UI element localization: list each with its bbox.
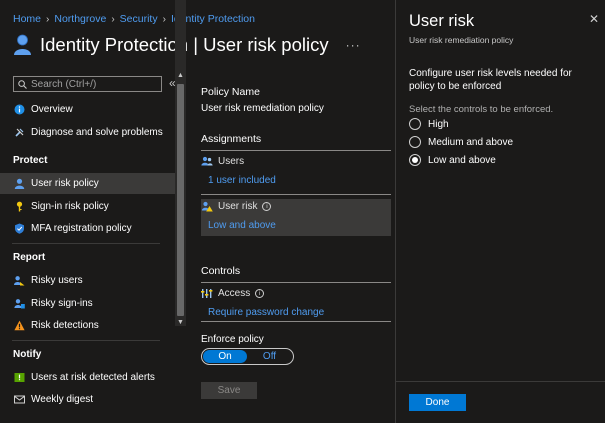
policy-name-value: User risk remediation policy — [201, 103, 324, 114]
blade-description: Configure user risk levels needed for po… — [409, 68, 572, 92]
nav-divider — [12, 243, 160, 244]
section-divider — [201, 282, 391, 283]
wrench-icon — [14, 127, 25, 138]
sidebar-item-users-at-risk-alerts[interactable]: Users at risk detected alerts — [0, 367, 175, 388]
nav-section-notify: Notify — [13, 349, 42, 360]
user-icon — [14, 178, 25, 189]
sidebar-item-label: Diagnose and solve problems — [31, 127, 163, 138]
radio-label: Medium and above — [428, 136, 514, 148]
blade-title: User risk — [409, 12, 475, 30]
scroll-down-icon[interactable]: ▼ — [177, 319, 184, 326]
section-divider — [201, 150, 391, 151]
blade-subtitle: User risk remediation policy — [409, 35, 514, 45]
sidebar-item-diagnose[interactable]: Diagnose and solve problems — [0, 122, 175, 143]
sidebar-item-label: Weekly digest — [31, 394, 94, 405]
close-icon[interactable]: ✕ — [589, 12, 599, 26]
sidebar-item-risky-sign-ins[interactable]: Risky sign-ins — [0, 293, 175, 314]
signin-icon — [14, 298, 25, 309]
access-value-link[interactable]: Require password change — [208, 307, 324, 318]
chevron-right-icon: › — [111, 13, 115, 25]
sidebar-item-label: Sign-in risk policy — [31, 201, 109, 212]
user-risk-icon — [201, 201, 213, 212]
page-header: Identity Protection | User risk policy ·… — [13, 32, 361, 58]
sidebar-item-label: Users at risk detected alerts — [31, 372, 155, 383]
more-options-button[interactable]: ··· — [346, 38, 361, 52]
sidebar-item-user-risk-policy[interactable]: User risk policy — [0, 173, 175, 194]
breadcrumb-home[interactable]: Home — [13, 13, 41, 25]
radio-label: Low and above — [428, 154, 496, 166]
enforce-policy-toggle[interactable]: On Off — [201, 348, 294, 365]
scroll-up-icon[interactable]: ▲ — [177, 72, 184, 79]
search-input[interactable] — [31, 78, 156, 90]
radio-high[interactable]: High — [409, 118, 449, 130]
alert-icon — [14, 372, 25, 383]
user-risk-label: User risk — [218, 201, 258, 212]
toggle-on-option[interactable]: On — [203, 350, 247, 363]
sidebar-item-label: Overview — [31, 104, 73, 115]
sidebar-item-weekly-digest[interactable]: Weekly digest — [0, 389, 175, 410]
controls-heading: Controls — [201, 265, 241, 277]
access-row: Access i — [201, 288, 265, 299]
select-controls-label: Select the controls to be enforced. — [409, 104, 554, 115]
shield-icon — [14, 223, 25, 234]
chevron-right-icon: › — [46, 13, 50, 25]
key-icon — [14, 201, 25, 212]
breadcrumb: Home › Northgrove › Security › Identity … — [13, 13, 255, 25]
search-icon — [18, 79, 27, 89]
info-icon[interactable]: i — [255, 289, 265, 298]
users-label: Users — [218, 156, 245, 167]
sidebar-item-label: User risk policy — [31, 178, 99, 189]
info-icon — [14, 104, 25, 115]
user-risk-blade: User risk User risk remediation policy ✕… — [395, 0, 605, 423]
breadcrumb-security[interactable]: Security — [120, 13, 158, 25]
blade-footer-divider — [396, 381, 605, 382]
user-risk-value-link[interactable]: Low and above — [208, 220, 276, 231]
radio-circle-selected[interactable] — [409, 154, 421, 166]
users-row: Users — [201, 156, 244, 167]
radio-label: High — [428, 118, 449, 130]
left-nav: « Overview Diagnose and solve problems P… — [0, 0, 186, 423]
breadcrumb-tenant[interactable]: Northgrove — [54, 13, 106, 25]
enforce-policy-label: Enforce policy — [201, 334, 264, 345]
access-label: Access — [218, 288, 251, 299]
nav-section-report: Report — [13, 252, 46, 263]
users-icon — [201, 156, 213, 167]
radio-circle[interactable] — [409, 136, 421, 148]
done-button[interactable]: Done — [409, 394, 466, 411]
radio-medium-and-above[interactable]: Medium and above — [409, 136, 513, 148]
radio-dot — [412, 157, 418, 163]
radio-circle[interactable] — [409, 118, 421, 130]
assignments-heading: Assignments — [201, 133, 262, 145]
radio-low-and-above[interactable]: Low and above — [409, 154, 496, 166]
access-controls-icon — [201, 288, 213, 299]
sidebar-item-mfa-registration-policy[interactable]: MFA registration policy — [0, 218, 175, 239]
mail-icon — [14, 394, 25, 405]
scroll-thumb[interactable] — [177, 84, 184, 316]
sidebar-item-risk-detections[interactable]: Risk detections — [0, 315, 175, 336]
sidebar-item-label: Risk detections — [31, 320, 99, 331]
sidebar-item-overview[interactable]: Overview — [0, 99, 175, 120]
users-icon — [14, 275, 25, 286]
sidebar-item-label: Risky users — [31, 275, 83, 286]
save-button[interactable]: Save — [201, 382, 257, 399]
policy-name-label: Policy Name — [201, 86, 260, 98]
search-box — [13, 76, 162, 92]
nav-section-protect: Protect — [13, 155, 48, 166]
sidebar-item-label: Risky sign-ins — [31, 298, 93, 309]
chevron-right-icon: › — [162, 13, 166, 25]
user-risk-row: User risk i — [201, 201, 272, 212]
nav-divider — [12, 340, 160, 341]
section-divider — [201, 321, 391, 322]
sidebar-item-label: MFA registration policy — [31, 223, 132, 234]
warning-icon — [14, 320, 25, 331]
sidebar-item-risky-users[interactable]: Risky users — [0, 270, 175, 291]
section-divider — [201, 194, 391, 195]
toggle-off-option[interactable]: Off — [247, 351, 292, 362]
user-icon — [14, 34, 31, 55]
info-icon[interactable]: i — [262, 202, 272, 211]
sidebar-item-sign-in-risk-policy[interactable]: Sign-in risk policy — [0, 196, 175, 217]
users-included-link[interactable]: 1 user included — [208, 175, 276, 186]
nav-scrollbar[interactable]: ▲ ▼ — [175, 0, 186, 326]
